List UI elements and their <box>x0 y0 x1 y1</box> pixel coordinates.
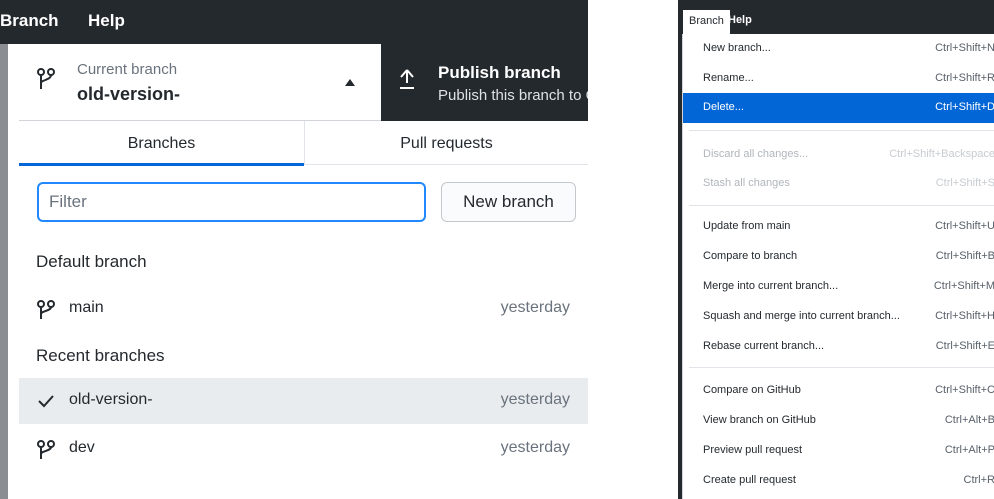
menu-help[interactable]: Help <box>722 9 758 33</box>
menu-item-shortcut: Ctrl+Shift+N <box>935 42 994 54</box>
menu-separator <box>689 205 994 206</box>
menu-item-shortcut: Ctrl+Shift+E <box>935 340 994 352</box>
tab-branches[interactable]: Branches <box>19 121 305 166</box>
recent-branches-heading: Recent branches <box>36 346 165 365</box>
branch-row-main[interactable]: main yesterday <box>19 286 588 332</box>
menu-item-delete[interactable]: Delete... Ctrl+Shift+D <box>683 93 994 123</box>
menu-item-label: Discard all changes... <box>703 148 809 160</box>
menu-item-preview-pull-request[interactable]: Preview pull request Ctrl+Alt+P <box>683 436 994 464</box>
branch-row-dev[interactable]: dev yesterday <box>19 426 588 472</box>
menu-bar: Branch Help <box>678 0 994 34</box>
menu-item-compare-on-github[interactable]: Compare on GitHub Ctrl+Shift+C <box>683 376 994 404</box>
branch-panel: Branch Help Current branch old-version- <box>0 0 588 499</box>
menu-item-shortcut: Ctrl+Alt+P <box>944 444 994 456</box>
menu-item-label: New branch... <box>703 42 771 54</box>
publish-branch-title: Publish branch <box>438 63 561 82</box>
current-branch-label: Current branch <box>77 61 178 78</box>
window-edge <box>0 44 8 499</box>
new-branch-button[interactable]: New branch <box>441 182 576 222</box>
filter-input[interactable]: Filter <box>37 182 426 222</box>
menu-item-label: Rebase current branch... <box>703 340 825 352</box>
menu-item-shortcut: Ctrl+Shift+D <box>935 101 994 113</box>
menu-item-label: Compare to branch <box>703 250 798 262</box>
tab-pull-requests[interactable]: Pull requests <box>305 121 588 165</box>
default-branch-heading: Default branch <box>36 252 147 271</box>
current-branch-value: old-version- <box>77 84 181 104</box>
menu-bar: Branch Help <box>0 0 588 44</box>
menu-item-rebase-current-branch[interactable]: Rebase current branch... Ctrl+Shift+E <box>683 332 994 360</box>
menu-item-label: Preview pull request <box>703 444 803 456</box>
menu-item-discard-all-changes: Discard all changes... Ctrl+Shift+Backsp… <box>683 140 994 168</box>
menu-item-shortcut: Ctrl+Shift+M <box>933 280 994 292</box>
toolbar: Current branch old-version- Publish bran… <box>19 44 588 121</box>
menu-item-rename[interactable]: Rename... Ctrl+Shift+R <box>683 64 994 92</box>
menu-item-label: Update from main <box>703 220 791 232</box>
branch-time: yesterday <box>500 299 570 316</box>
menu-item-shortcut: Ctrl+Shift+Backspace <box>889 148 994 160</box>
branch-name: main <box>69 299 104 316</box>
menu-item-label: Squash and merge into current branch... <box>703 310 900 322</box>
menu-item-shortcut: Ctrl+Shift+R <box>935 72 994 84</box>
menu-separator <box>689 367 994 368</box>
menu-item-stash-all-changes: Stash all changes Ctrl+Shift+S <box>683 169 994 197</box>
upload-arrow-icon <box>400 69 414 89</box>
checkmark-icon <box>38 395 54 408</box>
menu-branch[interactable]: Branch <box>0 11 59 31</box>
menu-item-label: Delete... <box>703 101 744 113</box>
menu-item-new-branch[interactable]: New branch... Ctrl+Shift+N <box>683 34 994 62</box>
menu-item-view-branch-on-github[interactable]: View branch on GitHub Ctrl+Alt+B <box>683 406 994 434</box>
menu-item-label: Create pull request <box>703 474 796 486</box>
publish-branch-description: Publish this branch to GitHub <box>438 87 588 104</box>
publish-branch-button[interactable]: Publish branch Publish this branch to Gi… <box>381 44 588 121</box>
screenshot-canvas: Branch Help Current branch old-version- <box>0 0 994 499</box>
git-branch-icon <box>37 300 55 319</box>
menu-item-update-from-main[interactable]: Update from main Ctrl+Shift+U <box>683 212 994 240</box>
menu-separator <box>689 130 994 131</box>
menu-item-label: Compare on GitHub <box>703 384 801 396</box>
menu-item-label: Rename... <box>703 72 754 84</box>
menu-item-shortcut: Ctrl+Shift+U <box>935 220 994 232</box>
menu-item-shortcut: Ctrl+Shift+S <box>935 177 994 189</box>
menu-item-label: Merge into current branch... <box>703 280 839 292</box>
menu-item-create-pull-request[interactable]: Create pull request Ctrl+R <box>683 466 994 494</box>
menu-item-shortcut: Ctrl+Shift+C <box>935 384 994 396</box>
branch-dropdown-menu: New branch... Ctrl+Shift+N Rename... Ctr… <box>682 34 994 499</box>
menu-help[interactable]: Help <box>88 11 125 31</box>
menu-item-compare-to-branch[interactable]: Compare to branch Ctrl+Shift+B <box>683 242 994 270</box>
branch-time: yesterday <box>500 391 570 408</box>
menu-item-shortcut: Ctrl+Shift+H <box>935 310 994 322</box>
menu-item-shortcut: Ctrl+Alt+B <box>944 414 994 426</box>
branch-name: dev <box>69 439 95 456</box>
tab-bar: Branches Pull requests <box>19 121 588 166</box>
menu-item-label: Stash all changes <box>703 177 790 189</box>
branch-menu-panel: Branch Help New branch... Ctrl+Shift+N R… <box>678 0 994 499</box>
caret-up-icon <box>345 79 355 86</box>
branch-name: old-version- <box>69 391 153 408</box>
git-branch-icon <box>37 68 55 89</box>
current-branch-button[interactable]: Current branch old-version- <box>19 44 381 121</box>
menu-item-shortcut: Ctrl+Shift+B <box>935 250 994 262</box>
menu-item-squash-and-merge[interactable]: Squash and merge into current branch... … <box>683 302 994 330</box>
menu-item-merge-into-current-branch[interactable]: Merge into current branch... Ctrl+Shift+… <box>683 272 994 300</box>
branch-time: yesterday <box>500 439 570 456</box>
menu-item-label: View branch on GitHub <box>703 414 816 426</box>
menu-item-shortcut: Ctrl+R <box>963 474 994 486</box>
git-branch-icon <box>37 440 55 459</box>
branch-row-old-version[interactable]: old-version- yesterday <box>19 378 588 424</box>
